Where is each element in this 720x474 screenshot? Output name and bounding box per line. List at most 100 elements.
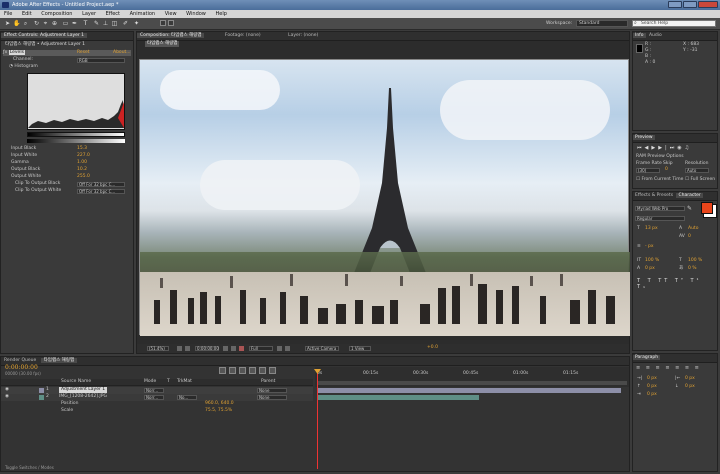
- snapshot-icon[interactable]: [223, 346, 228, 351]
- layer-mode-select[interactable]: Norr...: [144, 395, 164, 400]
- visibility-eye-icon[interactable]: ◉: [5, 387, 9, 393]
- close-button[interactable]: [698, 1, 718, 8]
- frame-rate-select[interactable]: (30): [636, 168, 660, 173]
- col-t[interactable]: T: [167, 379, 170, 385]
- minimize-button[interactable]: [668, 1, 682, 8]
- skip-value[interactable]: 0: [665, 167, 668, 173]
- histogram-graph[interactable]: [27, 73, 125, 130]
- paragraph-align-buttons[interactable]: ≡ ≡ ≡ ≡ ≡ ≡ ≡: [636, 365, 716, 371]
- baseline-shift-value[interactable]: 0 px: [645, 266, 655, 272]
- hand-tool-icon[interactable]: ✋: [13, 20, 20, 27]
- world-axis-icon[interactable]: [168, 20, 174, 26]
- col-trkmat[interactable]: TrkMat: [177, 379, 192, 385]
- indent-right-value[interactable]: 0 px: [685, 376, 695, 382]
- param-input-white-value[interactable]: 227.0: [77, 153, 90, 159]
- ram-preview-options[interactable]: RAM Preview Options: [636, 154, 684, 160]
- brush-tool-icon[interactable]: ✎: [93, 20, 100, 27]
- font-size-value[interactable]: 13 px: [645, 226, 658, 232]
- comp-name-chip[interactable]: 타임랩스 해링맵: [145, 41, 180, 47]
- menu-layer[interactable]: Layer: [80, 11, 98, 17]
- effect-about-link[interactable]: About...: [113, 50, 131, 56]
- rectangle-tool-icon[interactable]: ▭: [62, 20, 69, 27]
- graph-editor-icon[interactable]: [269, 367, 276, 374]
- views-select[interactable]: 1 View: [349, 346, 371, 351]
- indent-first-value[interactable]: 0 px: [647, 392, 657, 398]
- selection-tool-icon[interactable]: ➤: [4, 20, 11, 27]
- puppet-tool-icon[interactable]: ✦: [133, 20, 140, 27]
- space-after-value[interactable]: 0 px: [685, 384, 695, 390]
- region-of-interest-icon[interactable]: [277, 346, 282, 351]
- draft-3d-icon[interactable]: [229, 367, 236, 374]
- zoom-tool-icon[interactable]: ⌕: [22, 20, 29, 27]
- text-style-buttons[interactable]: T T TT Tᵀ T¹ T₁: [637, 278, 715, 290]
- leading-value[interactable]: Auto: [688, 226, 698, 232]
- menu-file[interactable]: File: [2, 11, 14, 17]
- layer-duration-bar[interactable]: [317, 388, 621, 393]
- tab-paragraph[interactable]: Paragraph: [633, 355, 661, 360]
- stopwatch-icon[interactable]: ◔: [9, 64, 13, 69]
- tracking-value[interactable]: 0: [688, 234, 691, 240]
- prop-position-value[interactable]: 960.0, 640.0: [205, 401, 234, 407]
- tab-effect-controls[interactable]: Effect Controls: Adjustment Layer 1: [1, 33, 88, 38]
- layer-parent-select[interactable]: None: [257, 388, 287, 393]
- maximize-button[interactable]: [683, 1, 697, 8]
- col-mode[interactable]: Mode: [144, 379, 156, 385]
- menu-help[interactable]: Help: [213, 11, 228, 17]
- roto-brush-tool-icon[interactable]: ✐: [122, 20, 129, 27]
- pan-behind-tool-icon[interactable]: ⊕: [51, 20, 58, 27]
- grid-toggle-icon[interactable]: [177, 346, 182, 351]
- exposure-value[interactable]: +0.0: [427, 345, 438, 351]
- motion-blur-icon[interactable]: [259, 367, 266, 374]
- tab-preview[interactable]: Preview: [633, 135, 655, 140]
- camera-tool-icon[interactable]: ⌖: [42, 20, 49, 27]
- horizontal-scale-value[interactable]: 100 %: [688, 258, 702, 264]
- input-gradient-bar[interactable]: [27, 132, 125, 137]
- param-output-white-value[interactable]: 255.0: [77, 174, 90, 180]
- indent-left-value[interactable]: 0 px: [647, 376, 657, 382]
- mask-toggle-icon[interactable]: [185, 346, 190, 351]
- fill-color-swatch[interactable]: [701, 202, 713, 214]
- font-family-select[interactable]: Myriad Web Pro: [635, 206, 685, 211]
- tab-character[interactable]: Character: [676, 193, 703, 198]
- timeline-switch-icons[interactable]: [61, 367, 311, 375]
- clip-output-black-select[interactable]: Off For 32 bpc C...: [77, 182, 125, 187]
- toggle-switches-modes[interactable]: Toggle Switches / Modes: [5, 465, 54, 471]
- tab-audio[interactable]: Audio: [647, 33, 664, 38]
- tab-info[interactable]: Info: [633, 33, 646, 38]
- layer-mode-select[interactable]: Norr...: [144, 388, 164, 393]
- rotate-tool-icon[interactable]: ↻: [33, 20, 40, 27]
- param-output-black-value[interactable]: 10.2: [77, 167, 87, 173]
- camera-select[interactable]: Active Camera: [305, 346, 339, 351]
- layer-name[interactable]: Adjustment Layer 1: [59, 387, 108, 393]
- composition-canvas[interactable]: [139, 59, 630, 336]
- current-time-indicator[interactable]: [317, 369, 318, 469]
- layer-duration-bar[interactable]: [317, 395, 479, 400]
- layer-parent-select[interactable]: None: [257, 395, 287, 400]
- clip-output-white-select[interactable]: Off For 32 bpc C...: [77, 189, 125, 194]
- col-parent[interactable]: Parent: [261, 379, 275, 385]
- layer-row[interactable]: ◉ 2 IMG_[1208-2642].JPG Norr... No... No…: [1, 394, 313, 401]
- full-screen-checkbox[interactable]: ☐ Full Screen: [685, 177, 715, 183]
- stroke-width-value[interactable]: - px: [645, 244, 654, 250]
- search-help-input[interactable]: Search Help: [632, 20, 716, 27]
- effect-reset-link[interactable]: Reset: [77, 50, 90, 56]
- workspace-select[interactable]: Standard: [576, 20, 628, 27]
- resolution-select[interactable]: Auto: [685, 168, 709, 173]
- tsume-value[interactable]: 0 %: [688, 266, 697, 272]
- menu-composition[interactable]: Composition: [39, 11, 74, 17]
- tab-render-queue[interactable]: Render Queue: [1, 358, 39, 363]
- frame-blending-icon[interactable]: [249, 367, 256, 374]
- menu-animation[interactable]: Animation: [128, 11, 158, 17]
- effect-name[interactable]: Levels: [8, 50, 25, 55]
- space-before-value[interactable]: 0 px: [647, 384, 657, 390]
- prop-scale-value[interactable]: 75.5, 75.5%: [205, 408, 232, 414]
- tab-composition[interactable]: Composition: 타임랩스 해링맵: [137, 33, 205, 38]
- layer-label-color[interactable]: [39, 395, 44, 400]
- layer-label-color[interactable]: [39, 388, 44, 393]
- layer-name[interactable]: IMG_[1208-2642].JPG: [59, 394, 107, 400]
- font-style-select[interactable]: Regular: [635, 216, 685, 221]
- tab-effects-presets[interactable]: Effects & Presets: [633, 193, 675, 198]
- menu-effect[interactable]: Effect: [104, 11, 122, 17]
- shy-icon[interactable]: [239, 367, 246, 374]
- col-source-name[interactable]: Source Name: [61, 379, 91, 385]
